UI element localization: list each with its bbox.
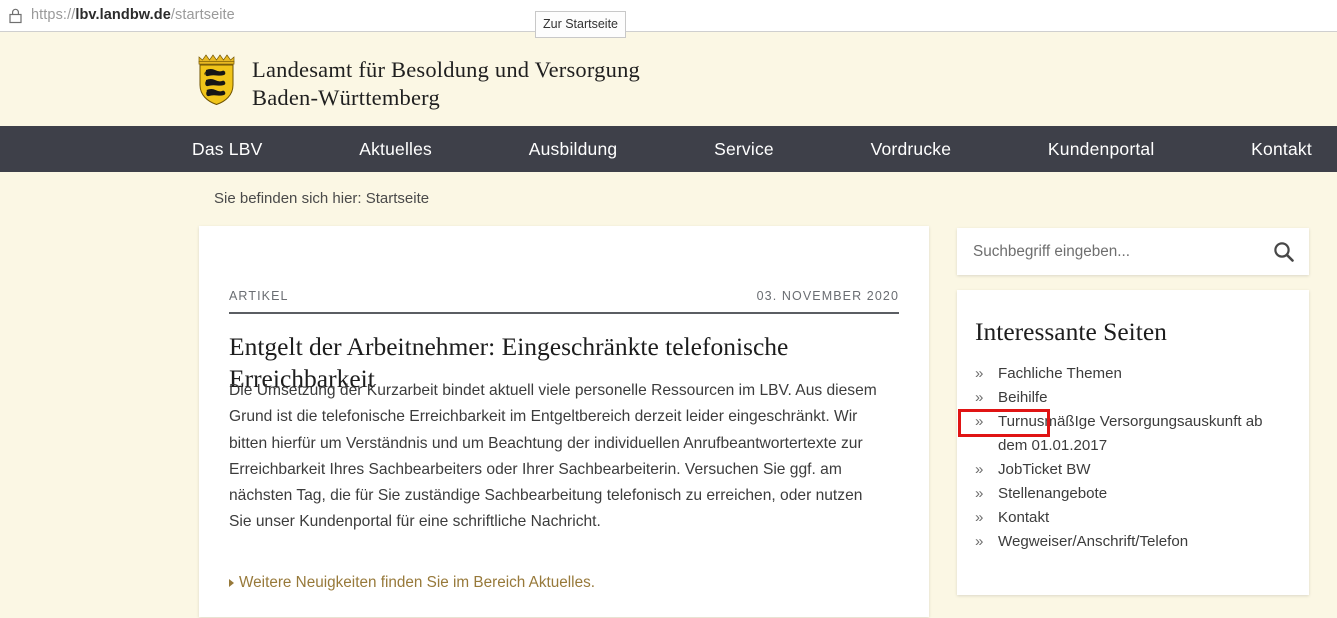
nav-item-ausbildung[interactable]: Ausbildung — [529, 139, 618, 160]
article-more-link[interactable]: Weitere Neuigkeiten finden Sie im Bereic… — [229, 574, 595, 592]
browser-chrome: https://lbv.landbw.de/startseite — [0, 0, 1337, 32]
article-meta: ARTIKEL 03. NOVEMBER 2020 — [229, 289, 899, 314]
sidebar-link-kontakt[interactable]: » Kontakt — [975, 506, 1291, 530]
sidebar-link-label: Fachliche Themen — [998, 365, 1122, 382]
triangle-bullet-icon — [229, 579, 234, 587]
interesting-pages-list: » Fachliche Themen » Beihilfe » Turnusmä… — [975, 362, 1291, 554]
site-title: Landesamt für Besoldung und Versorgung B… — [252, 56, 640, 112]
site-title-line1: Landesamt für Besoldung und Versorgung — [252, 57, 640, 82]
sidebar-link-jobticket-bw[interactable]: » JobTicket BW — [975, 458, 1291, 482]
guillemet-icon: » — [975, 362, 983, 386]
sidebar-link-wegweiser[interactable]: » Wegweiser/Anschrift/Telefon — [975, 530, 1291, 554]
nav-item-vordrucke[interactable]: Vordrucke — [871, 139, 952, 160]
sidebar-link-label: JobTicket BW — [998, 461, 1091, 478]
nav-item-kontakt[interactable]: Kontakt — [1251, 139, 1312, 160]
article-card: ARTIKEL 03. NOVEMBER 2020 Entgelt der Ar… — [199, 226, 929, 617]
guillemet-icon: » — [975, 506, 983, 530]
sidebar-link-fachliche-themen[interactable]: » Fachliche Themen — [975, 362, 1291, 386]
sidebar-link-stellenangebote[interactable]: » Stellenangebote — [975, 482, 1291, 506]
breadcrumb: Sie befinden sich hier: Startseite — [214, 190, 429, 207]
guillemet-icon: » — [975, 458, 983, 482]
search-box[interactable] — [957, 228, 1309, 275]
search-icon[interactable] — [1271, 239, 1297, 265]
guillemet-icon: » — [975, 386, 983, 410]
main-navigation: Das LBV Aktuelles Ausbildung Service Vor… — [0, 126, 1337, 172]
nav-item-das-lbv[interactable]: Das LBV — [192, 139, 262, 160]
sidebar-link-beihilfe[interactable]: » Beihilfe — [975, 386, 1291, 410]
url-bar[interactable]: https://lbv.landbw.de/startseite — [31, 7, 235, 23]
sidebar-link-label: TurnusmäßIge Versorgungsauskunft ab dem … — [998, 413, 1263, 454]
article-more-label: Weitere Neuigkeiten finden Sie im Bereic… — [239, 574, 595, 592]
article-kicker: ARTIKEL — [229, 289, 289, 303]
site-title-line2: Baden-Württemberg — [252, 84, 640, 112]
sidebar-link-label: Wegweiser/Anschrift/Telefon — [998, 533, 1188, 550]
sidebar-link-label: Stellenangebote — [998, 485, 1107, 502]
tooltip-zur-startseite: Zur Startseite — [535, 11, 626, 38]
nav-item-service[interactable]: Service — [714, 139, 774, 160]
url-host: lbv.landbw.de — [75, 7, 171, 23]
nav-item-kundenportal[interactable]: Kundenportal — [1048, 139, 1155, 160]
interesting-pages-card: Interessante Seiten » Fachliche Themen »… — [957, 290, 1309, 595]
guillemet-icon: » — [975, 410, 983, 434]
url-scheme: https:// — [31, 7, 75, 23]
search-input[interactable] — [971, 228, 1261, 275]
site-header: Landesamt für Besoldung und Versorgung B… — [0, 32, 1337, 126]
guillemet-icon: » — [975, 482, 983, 506]
lock-icon — [8, 8, 23, 24]
sidebar-link-label: Kontakt — [998, 509, 1049, 526]
sidebar-link-versorgungsauskunft[interactable]: » TurnusmäßIge Versorgungsauskunft ab de… — [975, 410, 1291, 458]
nav-item-aktuelles[interactable]: Aktuelles — [359, 139, 432, 160]
url-path: /startseite — [171, 7, 235, 23]
interesting-pages-title: Interessante Seiten — [975, 317, 1167, 347]
guillemet-icon: » — [975, 530, 983, 554]
coat-of-arms-logo[interactable] — [192, 51, 244, 107]
article-date: 03. NOVEMBER 2020 — [757, 289, 899, 303]
article-body: Die Umsetzung der Kurzarbeit bindet aktu… — [229, 378, 889, 536]
page-content: Landesamt für Besoldung und Versorgung B… — [0, 32, 1337, 618]
sidebar-link-label: Beihilfe — [998, 389, 1048, 406]
